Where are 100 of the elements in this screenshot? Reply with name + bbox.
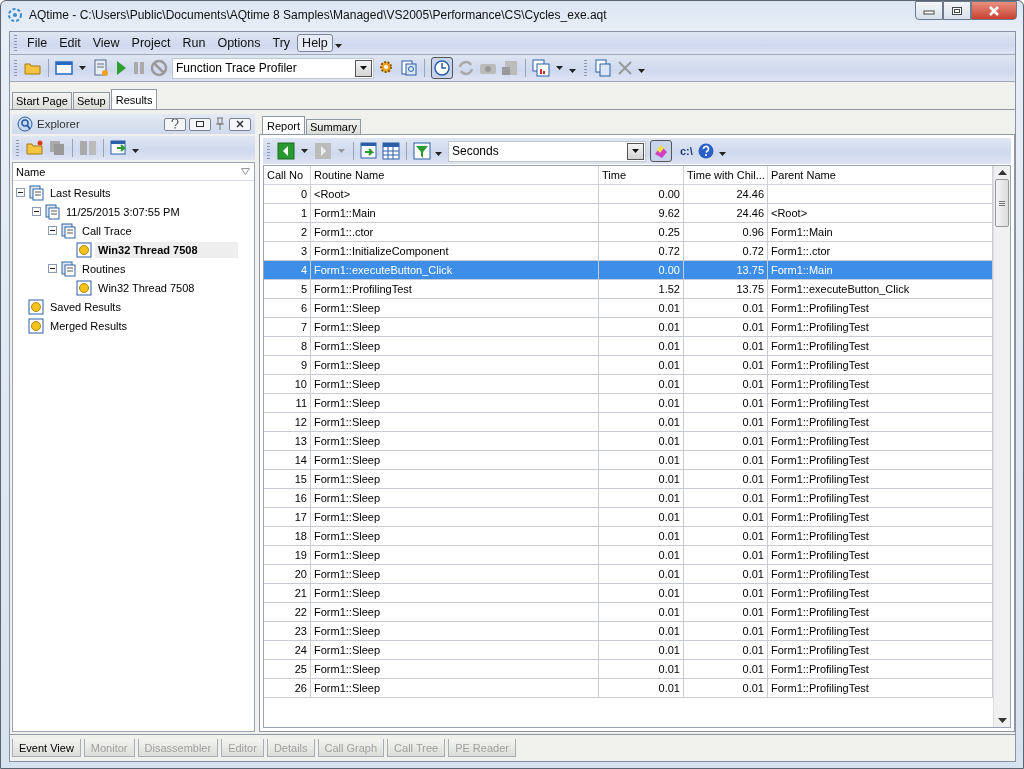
column-header[interactable]: Name [16,165,46,178]
highlight-toggle[interactable] [650,140,672,162]
maximize-button[interactable] [943,1,971,20]
overflow-caret-icon[interactable] [334,44,342,48]
menu-item[interactable]: Run [177,34,211,52]
table-cell: Form1::Sleep [311,375,599,393]
table-row[interactable]: 25 Form1::Sleep 0.01 0.01 Form1::ProfilingTest [264,660,993,679]
table-cell: 0.01 [599,356,684,374]
table-row[interactable]: 24 Form1::Sleep 0.01 0.01 Form1::ProfilingTest [264,641,993,660]
grid-icon[interactable] [382,142,400,160]
table-row[interactable]: 15 Form1::Sleep 0.01 0.01 Form1::ProfilingTest [264,470,993,489]
folder-stack-icon [60,260,76,277]
tree-item[interactable]: Call Trace [79,222,135,239]
restore-button[interactable] [189,117,211,131]
table-row[interactable]: 13 Form1::Sleep 0.01 0.01 Form1::ProfilingTest [264,432,993,451]
back-icon[interactable] [277,142,295,160]
table-row[interactable]: 21 Form1::Sleep 0.01 0.01 Form1::ProfilingTest [264,584,993,603]
menu-item[interactable]: File [22,34,53,52]
vertical-scrollbar[interactable] [993,166,1010,727]
table-cell: 3 [264,242,311,260]
column-header[interactable]: Routine Name [311,166,599,184]
scroll-up-icon[interactable] [997,170,1007,175]
collapse-toggle[interactable] [48,264,57,273]
tree-item[interactable]: Last Results [47,184,114,201]
tree-item[interactable]: Win32 Thread 7508 [95,279,198,296]
collapse-toggle[interactable] [32,207,41,216]
tree-item[interactable]: 11/25/2015 3:07:55 PM [63,203,183,220]
dropdown-caret-icon[interactable] [301,149,308,153]
pin-icon[interactable] [214,117,226,131]
table-row[interactable]: 11 Form1::Sleep 0.01 0.01 Form1::ProfilingTest [264,394,993,413]
table-row[interactable]: 17 Form1::Sleep 0.01 0.01 Form1::ProfilingTest [264,508,993,527]
overflow-caret-icon[interactable] [435,152,442,156]
open-folder-icon[interactable] [26,140,44,156]
collapse-toggle[interactable] [16,188,25,197]
table-row[interactable]: 20 Form1::Sleep 0.01 0.01 Form1::ProfilingTest [264,565,993,584]
table-row[interactable]: 7 Form1::Sleep 0.01 0.01 Form1::ProfilingTest [264,318,993,337]
table-row[interactable]: 14 Form1::Sleep 0.01 0.01 Form1::ProfilingTest [264,451,993,470]
menu-item[interactable]: Project [126,34,176,52]
table-row[interactable]: 1 Form1::Main 9.62 24.46 <Root> [264,204,993,223]
table-row[interactable]: 6 Form1::Sleep 0.01 0.01 Form1::ProfilingTest [264,299,993,318]
table-row[interactable]: 12 Form1::Sleep 0.01 0.01 Form1::ProfilingTest [264,413,993,432]
menu-item[interactable]: Options [212,34,266,52]
table-row[interactable]: 0 <Root> 0.00 24.46 [264,185,993,204]
table-row[interactable]: 2 Form1::.ctor 0.25 0.96 Form1::Main [264,223,993,242]
copy-icon[interactable] [594,59,612,77]
overflow-caret-icon[interactable] [638,69,645,73]
minimize-button[interactable] [915,1,943,20]
table-cell: 24.46 [684,204,768,222]
table-cell: 24 [264,641,311,659]
profiler-dropdown[interactable]: Function Trace Profiler [172,57,374,79]
tab[interactable]: Event View [12,739,81,757]
collapse-toggle[interactable] [48,226,57,235]
table-cell: 0.01 [599,432,684,450]
tab[interactable]: Report [262,116,306,134]
table-row[interactable]: 22 Form1::Sleep 0.01 0.01 Form1::ProfilingTest [264,603,993,622]
table-row[interactable]: 19 Form1::Sleep 0.01 0.01 Form1::ProfilingTest [264,546,993,565]
clock-toggle[interactable] [431,57,453,79]
tree-item[interactable]: Routines [79,260,129,277]
menu-item[interactable]: Help [297,34,333,52]
tab: Editor [221,739,264,757]
help-icon[interactable] [696,142,715,160]
menu-item[interactable]: View [87,34,125,52]
overflow-caret-icon[interactable] [718,152,726,156]
overflow-caret-icon[interactable] [569,69,576,73]
menu-item[interactable]: Edit [54,34,86,52]
filter-icon[interactable] [241,168,250,175]
table-row[interactable]: 26 Form1::Sleep 0.01 0.01 Form1::ProfilingTest [264,679,993,698]
export-icon[interactable] [110,140,128,156]
run-icon[interactable] [114,60,128,76]
tab[interactable]: Summary [306,119,362,134]
windows-icon[interactable] [532,59,550,77]
table-row[interactable]: 18 Form1::Sleep 0.01 0.01 Form1::ProfilingTest [264,527,993,546]
scroll-down-icon[interactable] [997,718,1007,723]
table-cell: 2 [264,223,311,241]
table-row[interactable]: 16 Form1::Sleep 0.01 0.01 Form1::ProfilingTest [264,489,993,508]
table-row[interactable]: 5 Form1::ProfilingTest 1.52 13.75 Form1::executeButton_Click [264,280,993,299]
close-button[interactable] [229,117,251,131]
filter-icon[interactable] [413,142,431,160]
column-header[interactable]: Time with Chil... [684,166,768,184]
tab[interactable]: Start Page [12,92,72,109]
overflow-caret-icon[interactable] [132,149,139,153]
tree-item[interactable]: Merged Results [47,317,131,334]
tab[interactable]: Setup [73,92,110,109]
dropdown-caret-icon[interactable] [79,66,86,70]
table-row[interactable]: 8 Form1::Sleep 0.01 0.01 Form1::ProfilingTest [264,337,993,356]
path-label[interactable]: c:\ [680,145,693,157]
tab[interactable]: Results [110,89,158,109]
units-dropdown[interactable]: Seconds [448,140,646,162]
help-button[interactable] [164,117,186,131]
table-row[interactable]: 23 Form1::Sleep 0.01 0.01 Form1::ProfilingTest [264,622,993,641]
tree-item[interactable]: Saved Results [47,298,124,315]
table-row[interactable]: 10 Form1::Sleep 0.01 0.01 Form1::ProfilingTest [264,375,993,394]
column-header[interactable]: Time [599,166,684,184]
export-icon[interactable] [360,142,378,160]
table-row[interactable]: 9 Form1::Sleep 0.01 0.01 Form1::ProfilingTest [264,356,993,375]
window-icon[interactable] [55,60,73,76]
menu-item[interactable]: Try [267,34,296,52]
dropdown-caret-icon[interactable] [556,66,563,70]
tree-item[interactable]: Win32 Thread 7508 [95,241,238,258]
column-header[interactable]: Call No [264,166,311,184]
